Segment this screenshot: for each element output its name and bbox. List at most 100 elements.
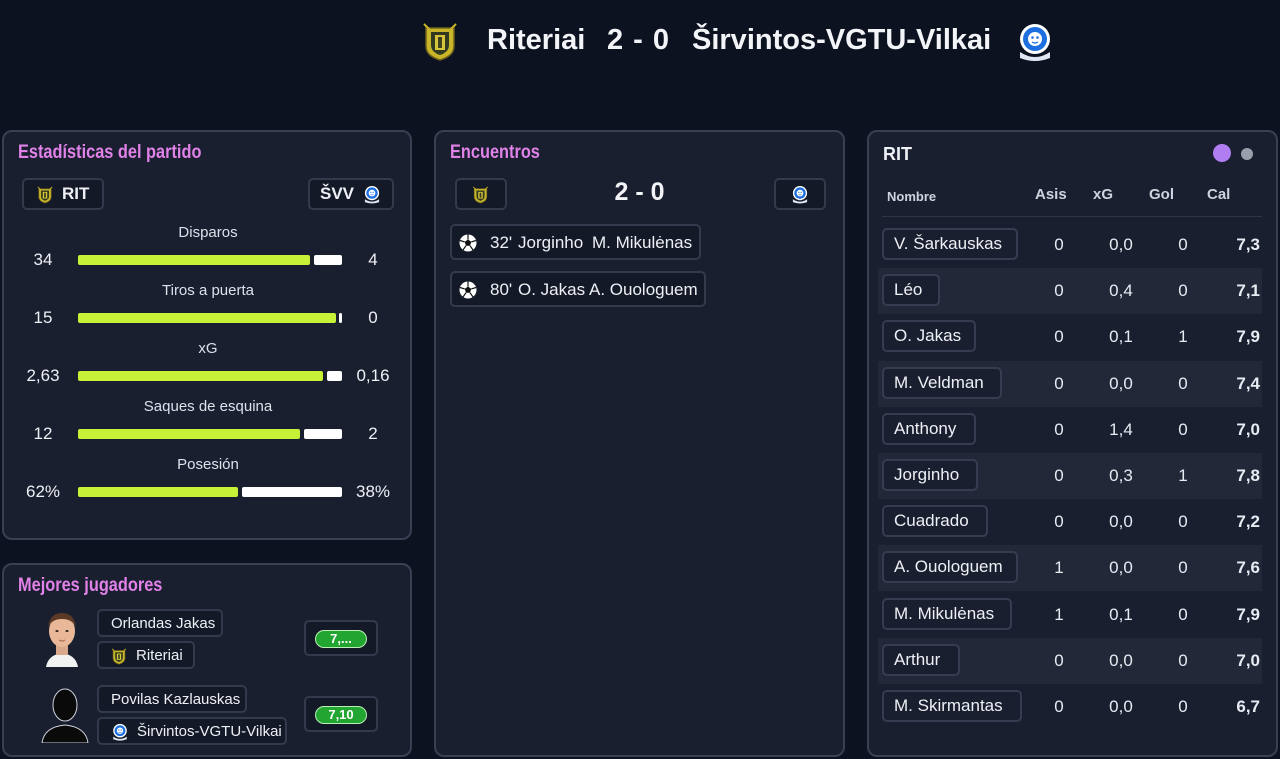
player-assists: 0 xyxy=(1054,373,1064,393)
player-name[interactable]: Cuadrado xyxy=(882,505,988,538)
lion-crest-icon xyxy=(792,185,808,204)
table-row[interactable]: Arthur 0 0,0 0 7,0 xyxy=(878,637,1262,684)
goal-event-1-scorer: Jorginho xyxy=(518,233,584,252)
match-stats-panel: Estadísticas del partido RIT ŠVV Disparo… xyxy=(2,130,412,540)
stat-home-bar xyxy=(78,255,310,265)
column-header-rating[interactable]: Cal xyxy=(1207,186,1230,203)
player-assists: 1 xyxy=(1054,558,1064,578)
table-row[interactable]: V. Šarkauskas 0 0,0 0 7,3 xyxy=(878,222,1262,268)
best-player-1-team-chip[interactable]: Riteriai xyxy=(97,641,195,669)
goal-event-1[interactable]: 32' Jorginho M. Mikulėnas xyxy=(450,224,701,260)
riteriai-crest-icon xyxy=(37,186,53,204)
player-goals: 0 xyxy=(1178,235,1188,254)
player-goals: 1 xyxy=(1178,327,1188,347)
player-name[interactable]: Anthony xyxy=(882,412,976,445)
match-stats-title: Estadísticas del partido xyxy=(18,142,202,163)
goal-event-2-assist: A. Ouologuem xyxy=(589,280,698,299)
player-goals: 0 xyxy=(1178,373,1188,393)
table-row[interactable]: Cuadrado 0 0,0 0 7,2 xyxy=(878,499,1262,545)
player-name[interactable]: V. Šarkauskas xyxy=(882,228,1018,260)
stat-home-bar xyxy=(78,487,238,497)
home-team-chip[interactable]: RIT xyxy=(22,178,104,210)
away-team-name: Širvintos-VGTU-Vilkai xyxy=(692,24,992,56)
best-player-1-team: Riteriai xyxy=(136,647,183,664)
table-row[interactable]: Anthony 0 1,4 0 7,0 xyxy=(878,407,1262,453)
player-goals: 0 xyxy=(1178,604,1188,624)
page-dot-inactive[interactable] xyxy=(1241,148,1253,160)
table-row[interactable]: M. Mikulėnas 1 0,1 0 7,9 xyxy=(878,592,1262,638)
best-players-title: Mejores jugadores xyxy=(18,575,163,596)
player-goals: 1 xyxy=(1178,466,1188,485)
page-dot-active[interactable] xyxy=(1213,144,1231,162)
player-assists: 0 xyxy=(1054,650,1064,670)
player-goals: 0 xyxy=(1178,512,1188,532)
stat-away-value: 2 xyxy=(368,424,378,443)
player-rating: 7,9 xyxy=(1236,604,1260,624)
player-goals: 0 xyxy=(1178,558,1188,578)
stat-home-value: 12 xyxy=(33,424,53,443)
goal-event-2-minute: 80' xyxy=(490,280,513,299)
player-xg: 0,3 xyxy=(1109,466,1133,485)
player-goals: 0 xyxy=(1178,419,1188,439)
player-xg: 0,1 xyxy=(1109,604,1133,624)
stat-label: xG xyxy=(198,340,218,357)
stat-away-bar xyxy=(304,429,342,439)
player-goals: 0 xyxy=(1178,697,1188,716)
column-header-name[interactable]: Nombre xyxy=(887,189,936,204)
goal-event-2[interactable]: 80' O. Jakas A. Ouologuem xyxy=(450,271,706,307)
player-rating: 6,7 xyxy=(1236,697,1260,716)
stat-home-value: 62% xyxy=(25,482,61,501)
best-player-1-rating: 7,... xyxy=(315,630,367,648)
column-header-xg[interactable]: xG xyxy=(1093,186,1113,203)
stat-label: Saques de esquina xyxy=(143,398,273,415)
best-player-1-rating-box: 7,... xyxy=(304,620,378,656)
header-divider xyxy=(882,216,1262,217)
away-team-abbr: ŠVV xyxy=(320,184,355,203)
away-team-chip[interactable]: ŠVV xyxy=(308,178,394,210)
player-name[interactable]: Arthur xyxy=(882,643,960,676)
stat-away-bar xyxy=(314,255,342,265)
stat-label: Posesión xyxy=(177,456,239,473)
events-away-chip[interactable] xyxy=(774,178,826,210)
table-row[interactable]: M. Skirmantas 0 0,0 0 6,7 xyxy=(878,684,1262,730)
player-xg: 0,0 xyxy=(1109,235,1133,254)
player-name[interactable]: M. Mikulėnas xyxy=(882,597,1012,630)
player-assists: 0 xyxy=(1054,697,1064,716)
player-name[interactable]: O. Jakas xyxy=(882,320,976,353)
stat-home-bar xyxy=(78,429,300,439)
table-row[interactable]: A. Ouologuem 1 0,0 0 7,6 xyxy=(878,545,1262,592)
player-assists: 1 xyxy=(1054,604,1064,624)
player-rating: 7,1 xyxy=(1236,281,1260,301)
events-panel: Encuentros 2 - 0 32' Jorginho M. Mikulėn… xyxy=(434,130,845,757)
player-name[interactable]: Jorginho xyxy=(882,459,978,491)
player-rating: 7,2 xyxy=(1236,512,1260,532)
player-name[interactable]: M. Veldman xyxy=(882,366,1002,399)
stat-away-value: 4 xyxy=(368,250,378,269)
stat-away-value: 38% xyxy=(355,482,391,501)
table-row[interactable]: O. Jakas 0 0,1 1 7,9 xyxy=(878,314,1262,360)
player-name[interactable]: A. Ouologuem xyxy=(882,551,1018,584)
stat-away-value: 0,16 xyxy=(356,366,390,385)
player-xg: 0,1 xyxy=(1109,327,1133,347)
stat-away-bar xyxy=(327,371,342,381)
player-assists: 0 xyxy=(1054,466,1064,485)
table-row[interactable]: Jorginho 0 0,3 1 7,8 xyxy=(878,453,1262,499)
best-player-2-team-chip[interactable]: Širvintos-VGTU-Vilkai xyxy=(97,717,287,745)
player-name[interactable]: M. Skirmantas xyxy=(882,690,1022,722)
best-player-2-name-chip[interactable]: Povilas Kazlauskas xyxy=(97,685,247,713)
player-xg: 0,0 xyxy=(1109,650,1133,670)
table-row[interactable]: M. Veldman 0 0,0 0 7,4 xyxy=(878,360,1262,407)
soccer-ball-icon xyxy=(459,281,477,299)
column-header-goals[interactable]: Gol xyxy=(1149,186,1174,203)
stat-away-value: 0 xyxy=(368,308,378,327)
lion-crest-icon xyxy=(1019,23,1051,62)
column-header-assists[interactable]: Asis xyxy=(1035,186,1067,203)
stat-home-bar xyxy=(78,313,336,323)
stat-away-bar xyxy=(242,487,342,497)
table-row[interactable]: Léo 0 0,4 0 7,1 xyxy=(878,268,1262,315)
player-name[interactable]: Léo xyxy=(882,274,940,307)
riteriai-crest-icon xyxy=(423,23,457,61)
best-player-1-name-chip[interactable]: Orlandas Jakas xyxy=(97,609,223,637)
player-goals: 0 xyxy=(1178,650,1188,670)
player-rating: 7,9 xyxy=(1236,327,1260,347)
